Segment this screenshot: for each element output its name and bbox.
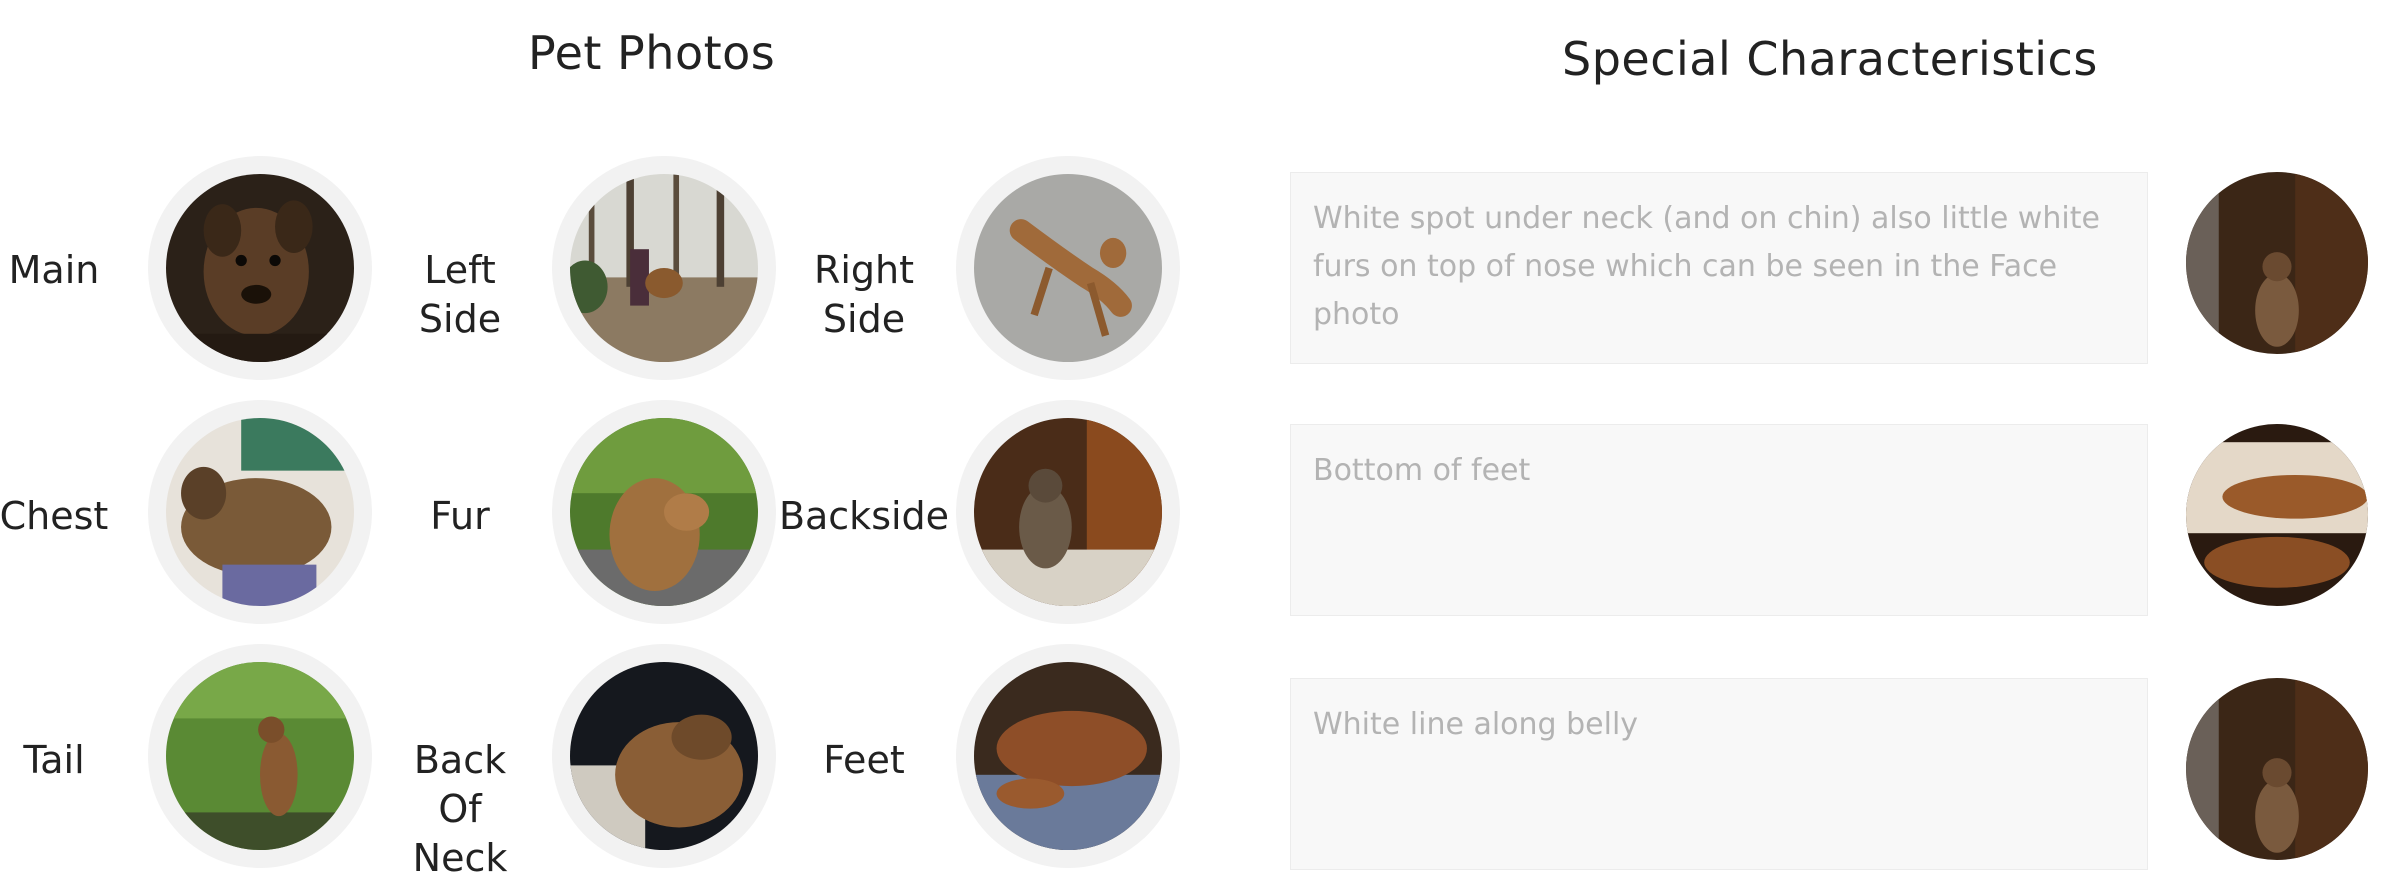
feet-dog-photo	[974, 662, 1162, 850]
photo-label-chest: Chest	[0, 494, 109, 538]
characteristic-photo[interactable]	[2186, 172, 2368, 354]
pet-photos-title: Pet Photos	[528, 26, 776, 80]
photo-slot-backside[interactable]	[956, 400, 1180, 624]
chest-dog-photo	[166, 418, 354, 606]
characteristic-textarea[interactable]: Bottom of feet	[1290, 424, 2148, 616]
photo-slot-main[interactable]	[148, 156, 372, 380]
fur-dog-photo	[570, 418, 758, 606]
photo-slot-back-of-neck[interactable]	[552, 644, 776, 868]
photo-slot-chest[interactable]	[148, 400, 372, 624]
left-side-dog-photo	[570, 174, 758, 362]
characteristic-textarea[interactable]: White spot under neck (and on chin) also…	[1290, 172, 2148, 364]
photo-slot-feet[interactable]	[956, 644, 1180, 868]
characteristic-photo[interactable]	[2186, 678, 2368, 860]
special-characteristics-title: Special Characteristics	[1562, 32, 2098, 86]
photo-slot-right-side[interactable]	[956, 156, 1180, 380]
photo-label-backside: Backside	[778, 494, 950, 538]
right-side-dog-photo	[974, 174, 1162, 362]
photo-slot-fur[interactable]	[552, 400, 776, 624]
photo-slot-tail[interactable]	[148, 644, 372, 868]
tail-dog-photo	[166, 662, 354, 850]
photo-label-right-side: Right Side	[813, 248, 915, 341]
photo-label-main: Main	[8, 248, 100, 292]
photo-label-feet: Feet	[823, 738, 905, 782]
backside-dog-photo	[974, 418, 1162, 606]
main-dog-photo	[166, 174, 354, 362]
characteristic-photo[interactable]	[2186, 424, 2368, 606]
back-of-neck-dog-photo	[570, 662, 758, 850]
photo-label-left-side: Left Side	[418, 248, 502, 341]
photo-label-tail: Tail	[23, 738, 85, 782]
photo-slot-left-side[interactable]	[552, 156, 776, 380]
photo-label-fur: Fur	[430, 494, 490, 538]
photo-label-back-of-neck: Back Of Neck	[412, 738, 508, 880]
characteristic-textarea[interactable]: White line along belly	[1290, 678, 2148, 870]
